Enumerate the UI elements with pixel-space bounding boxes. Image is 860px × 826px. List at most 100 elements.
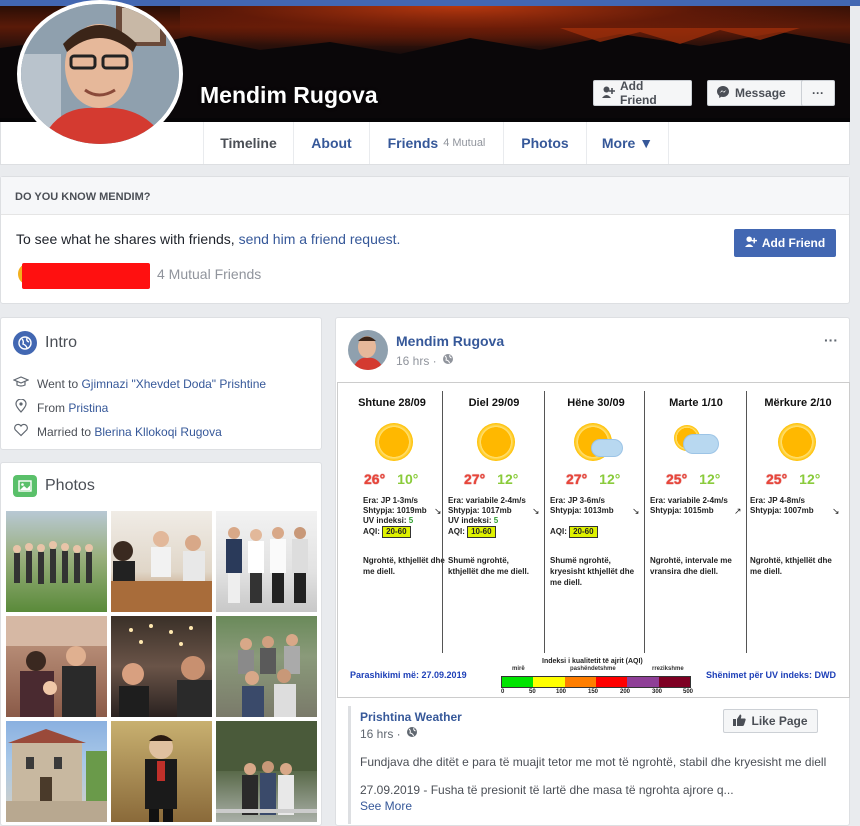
temp-high: 25° xyxy=(666,471,688,487)
add-friend-primary-label: Add Friend xyxy=(761,236,826,250)
aqi-scale-number: 200 xyxy=(620,689,631,695)
aqi-scale-number: 500 xyxy=(683,689,694,695)
aqi-badge: 10-60 xyxy=(467,526,496,538)
tab-friends[interactable]: Friends 4 Mutual xyxy=(369,122,503,164)
wind-arrow-icon: ↘ xyxy=(832,506,840,516)
day-name: Marte 1/10 xyxy=(669,397,723,409)
profile-name[interactable]: Mendim Rugova xyxy=(200,82,378,109)
school-link[interactable]: Gjimnazi "Xhevdet Doda" Prishtine xyxy=(81,377,266,391)
aqi-scale-segment xyxy=(564,677,596,687)
post-author-name[interactable]: Mendim Rugova xyxy=(396,333,504,349)
message-label: Message xyxy=(735,86,786,100)
shared-timestamp[interactable]: 16 hrs · xyxy=(360,727,401,741)
more-options-button[interactable]: ··· xyxy=(801,80,835,106)
add-friend-primary-button[interactable]: Add Friend xyxy=(734,229,836,257)
message-button[interactable]: Message xyxy=(707,80,803,106)
aqi-scale-number: 300 xyxy=(652,689,663,695)
intro-hometown: From Pristina xyxy=(13,398,108,416)
aqi-scale-bar xyxy=(501,676,691,688)
spouse-link[interactable]: Blerina Kllokoqi Rugova xyxy=(94,425,221,439)
aqi-scale-number: 100 xyxy=(556,689,567,695)
tab-photos[interactable]: Photos xyxy=(503,122,586,164)
mutual-friends-row[interactable]: 4 Mutual Friends xyxy=(16,261,261,289)
mutual-count: 4 Mutual xyxy=(443,137,486,149)
day-details: Era: JP 1-3m/s Shtypja: 1019mb UV indeks… xyxy=(363,496,427,538)
day-details: Era: variabile 2-4m/s Shtypja: 1015mb xyxy=(650,496,728,515)
day-divider xyxy=(544,391,545,653)
forecast-date: Parashikimi më: 27.09.2019 xyxy=(350,670,467,680)
photo-thumbnail[interactable] xyxy=(6,511,107,612)
photo-thumbnail[interactable] xyxy=(6,721,107,822)
like-page-label: Like Page xyxy=(751,714,808,728)
day-divider xyxy=(442,391,443,653)
aqi-scale-number: 150 xyxy=(588,689,599,695)
photos-title: Photos xyxy=(45,477,95,494)
wind-arrow-icon: ↘ xyxy=(632,506,640,516)
post-author-avatar[interactable] xyxy=(348,330,388,370)
wind-arrow-icon: ↘ xyxy=(434,506,442,516)
photo-thumbnail[interactable] xyxy=(111,721,212,822)
friend-request-link[interactable]: send him a friend request. xyxy=(239,231,401,247)
public-globe-icon xyxy=(406,726,418,741)
post-options-button[interactable]: ··· xyxy=(824,332,838,348)
globe-icon xyxy=(13,331,37,355)
mutual-friend-avatars[interactable] xyxy=(16,261,150,289)
mutual-friends-label[interactable]: 4 Mutual Friends xyxy=(157,266,261,282)
sun-icon xyxy=(477,423,515,461)
photo-thumbnail[interactable] xyxy=(111,616,212,717)
temp-high: 27° xyxy=(464,471,486,487)
add-person-icon xyxy=(602,86,615,101)
day-divider xyxy=(644,391,645,653)
photos-header[interactable]: Photos xyxy=(13,475,95,497)
day-name: Shtune 28/09 xyxy=(358,397,426,409)
aqi-scale-number: 50 xyxy=(529,689,536,695)
forecast-day: Shtune 28/09 26° 10° Era: JP 1-3m/s Shtyp… xyxy=(342,383,445,653)
forecast-day: Hëne 30/09 27° 12° Era: JP 3-6m/s Shtypja… xyxy=(546,383,646,653)
post-timestamp[interactable]: 16 hrs · xyxy=(396,354,437,368)
photo-thumbnail[interactable] xyxy=(216,511,317,612)
location-pin-icon xyxy=(13,398,29,416)
forecast-day: Diel 29/09 27° 12° Era: variabile 2-4m/s … xyxy=(444,383,544,653)
shared-text-2: 27.09.2019 - Fusha të presionit të lartë… xyxy=(360,783,734,797)
sun-icon xyxy=(375,423,413,461)
photo-thumbnail[interactable] xyxy=(216,721,317,822)
add-friend-label: Add Friend xyxy=(620,79,657,107)
aqi-scale-label: mirë xyxy=(512,666,525,672)
thumbs-up-icon xyxy=(733,714,747,729)
know-card: DO YOU KNOW MENDIM? To see what he share… xyxy=(0,176,850,304)
photo-thumbnail[interactable] xyxy=(216,616,317,717)
more-dots-icon: ··· xyxy=(812,86,824,100)
day-description: Ngrohtë, intervale me vransira dhe diell… xyxy=(650,556,732,576)
like-page-button[interactable]: Like Page xyxy=(723,709,818,733)
aqi-scale-segment xyxy=(595,677,628,687)
messenger-icon xyxy=(716,85,730,102)
uv-source-note: Shënimet për UV indeks: DWD xyxy=(706,670,837,680)
hometown-link[interactable]: Pristina xyxy=(68,401,108,415)
day-name: Mërkure 2/10 xyxy=(764,397,832,409)
redaction-mark xyxy=(22,263,150,289)
profile-picture[interactable] xyxy=(17,0,183,148)
photo-thumbnail[interactable] xyxy=(111,511,212,612)
intro-relationship: Married to Blerina Kllokoqi Rugova xyxy=(13,423,222,440)
shared-page-name[interactable]: Prishtina Weather xyxy=(360,710,462,724)
tab-more[interactable]: More ▼ xyxy=(586,122,669,164)
photo-icon xyxy=(13,475,37,497)
photo-thumbnail[interactable] xyxy=(6,616,107,717)
aqi-scale-title: Indeksi i kualitetit të ajrit (AQI) xyxy=(542,658,643,665)
tab-timeline[interactable]: Timeline xyxy=(203,122,293,164)
see-more-link[interactable]: See More xyxy=(360,799,412,813)
tab-about[interactable]: About xyxy=(293,122,369,164)
add-friend-button[interactable]: Add Friend xyxy=(593,79,692,107)
temp-low: 10° xyxy=(397,471,419,487)
forecast-image[interactable]: Shtune 28/09 26° 10° Era: JP 1-3m/s Shtyp… xyxy=(337,382,850,698)
aqi-scale-label: rrezikshme xyxy=(652,666,684,672)
day-details: Era: variabile 2-4m/s Shtypja: 1017mb UV… xyxy=(448,496,526,538)
day-name: Hëne 30/09 xyxy=(567,397,625,409)
forecast-day: Marte 1/10 25° 12° Era: variabile 2-4m/s … xyxy=(646,383,746,653)
aqi-scale-segment xyxy=(502,677,534,687)
aqi-scale-label: pashëndetshme xyxy=(570,666,616,672)
sun-icon xyxy=(778,423,816,461)
aqi-scale-segment xyxy=(658,677,690,687)
intro-card: Intro Went to Gjimnazi "Xhevdet Doda" Pr… xyxy=(0,317,322,450)
cloud-shape xyxy=(592,440,622,456)
